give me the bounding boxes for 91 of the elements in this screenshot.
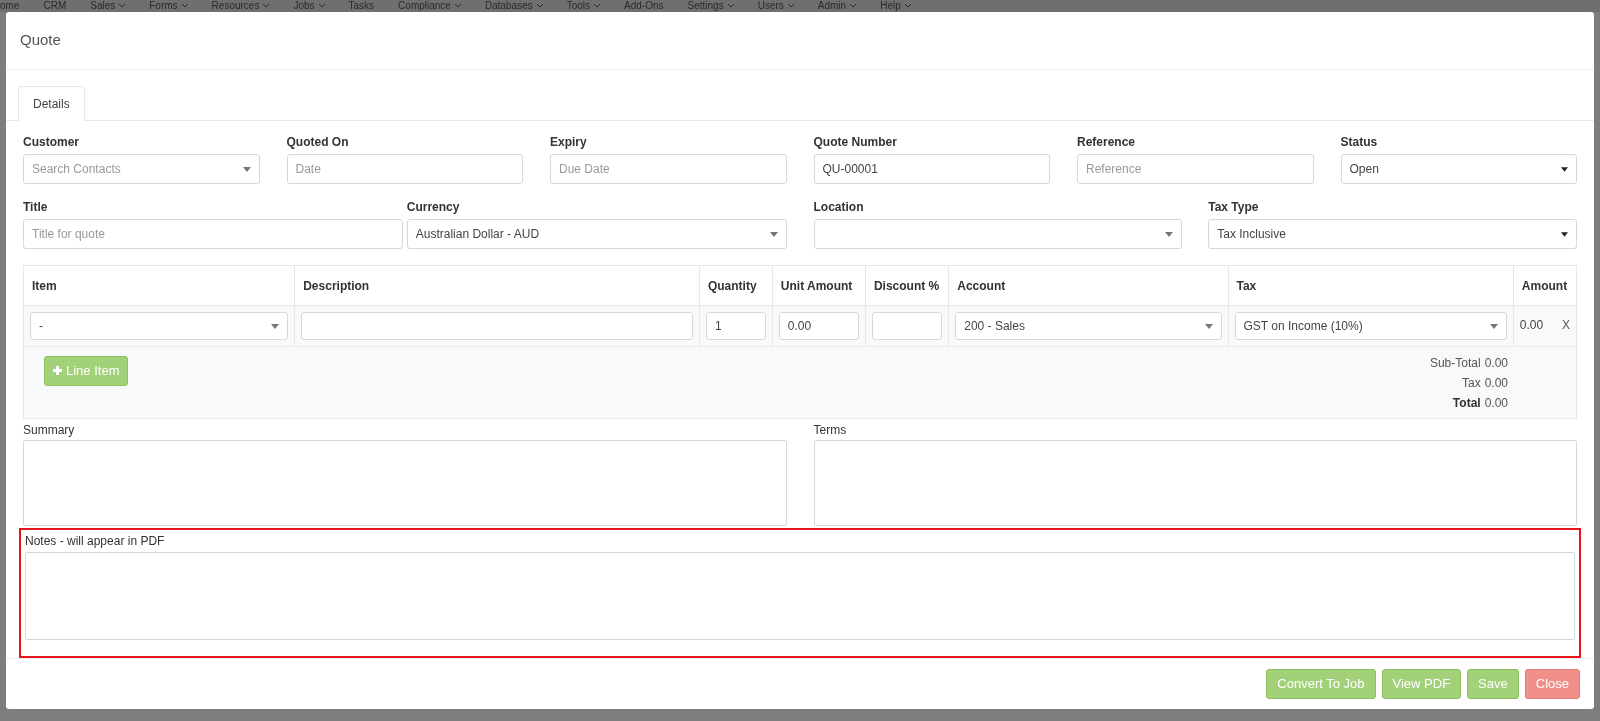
action-button[interactable]: Close <box>1524 669 1580 699</box>
text-area[interactable] <box>25 552 1575 640</box>
chevron-icon <box>536 4 543 8</box>
select-field[interactable]: Australian Dollar - AUD <box>406 219 787 249</box>
amount-text: 0.00 <box>1519 317 1544 334</box>
chevron-icon <box>119 4 126 8</box>
field-label: Currency <box>406 199 461 216</box>
chevron-icon <box>850 4 857 8</box>
field-label: Title <box>23 199 49 216</box>
action-button[interactable]: Convert To Job <box>1266 669 1376 699</box>
input-field[interactable]: QU-00001 <box>813 154 1050 184</box>
text-area[interactable] <box>301 312 693 340</box>
input-field[interactable]: Due Date <box>550 154 787 184</box>
field-label: Status <box>1340 134 1379 151</box>
total-value: 0.00 <box>1484 374 1508 392</box>
total-value: 0.00 <box>1484 354 1508 372</box>
nav-item[interactable]: Tools <box>566 1 601 11</box>
nav-item[interactable]: Add-Ons <box>624 1 664 11</box>
caret-icon <box>271 323 280 329</box>
column-header: Amount <box>1513 265 1577 306</box>
column-header: Description <box>294 265 700 306</box>
caret-icon <box>769 231 778 237</box>
input-field[interactable]: Date <box>286 154 523 184</box>
caret-icon <box>1561 231 1568 237</box>
text-area[interactable] <box>813 440 1577 526</box>
caret-icon <box>1489 323 1498 329</box>
caret-icon <box>1561 166 1568 172</box>
field-label: Notes - will appear in PDF <box>25 533 166 550</box>
select-field[interactable]: - <box>30 312 289 340</box>
caret-icon <box>1165 231 1174 237</box>
chevron-icon <box>904 4 911 8</box>
input-field[interactable]: 0.00 <box>778 312 859 340</box>
modal-title: Quote <box>20 30 61 51</box>
field-label: Summary <box>23 422 76 439</box>
column-header: Quantity <box>699 265 773 306</box>
field-label: Tax Type <box>1208 199 1260 216</box>
input-field[interactable] <box>871 312 943 340</box>
nav-item[interactable]: Admin <box>817 1 857 11</box>
remove-row-button[interactable]: X <box>1562 316 1570 334</box>
field-label: Terms <box>813 422 848 439</box>
field-label: Customer <box>23 134 80 151</box>
nav-item[interactable]: Sales <box>90 1 126 11</box>
nav-item[interactable]: Tasks <box>348 1 375 11</box>
nav-item[interactable]: Users <box>757 1 794 11</box>
caret-icon <box>1204 323 1213 329</box>
total-value: 0.00 <box>1484 394 1508 412</box>
nav-item[interactable]: Forms <box>149 1 188 11</box>
add-line-item-button[interactable]: Line Item <box>44 355 129 386</box>
tab[interactable]: Details <box>18 86 85 121</box>
select-field[interactable]: Search Contacts <box>23 154 260 184</box>
column-header: Unit Amount <box>772 265 866 306</box>
nav-item[interactable]: Compliance <box>398 1 461 11</box>
select-field[interactable] <box>813 219 1183 249</box>
input-field[interactable]: Title for quote <box>23 219 403 249</box>
chevron-icon <box>594 4 601 8</box>
field-label: Quote Number <box>813 134 898 151</box>
text-area[interactable] <box>23 440 787 526</box>
chevron-icon <box>318 4 325 8</box>
caret-icon <box>242 166 251 172</box>
chevron-icon <box>263 4 270 8</box>
nav-item[interactable]: Settings <box>687 1 734 11</box>
total-label: Sub-Total <box>1429 354 1481 372</box>
chevron-icon <box>787 4 794 8</box>
select-field[interactable]: Open <box>1340 154 1577 184</box>
column-header: Item <box>23 265 295 306</box>
nav-item[interactable]: Databases <box>484 1 543 11</box>
input-field[interactable]: Reference <box>1077 154 1314 184</box>
action-button[interactable]: Save <box>1467 669 1519 699</box>
nav-item[interactable]: Jobs <box>293 1 325 11</box>
select-field[interactable]: 200 - Sales <box>955 312 1222 340</box>
nav-item[interactable]: Resources <box>211 1 270 11</box>
nav-item[interactable]: ome <box>0 1 20 11</box>
action-button[interactable]: View PDF <box>1381 669 1462 699</box>
nav-item[interactable]: Help <box>880 1 911 11</box>
total-label: Total <box>1452 394 1481 412</box>
nav-item[interactable]: CRM <box>43 1 67 11</box>
total-label: Tax <box>1461 374 1481 392</box>
plus-icon <box>53 366 62 375</box>
input-field[interactable]: 1 <box>705 312 766 340</box>
select-field[interactable]: Tax Inclusive <box>1208 219 1577 249</box>
column-header: Discount % <box>865 265 949 306</box>
column-header: Tax <box>1228 265 1514 306</box>
field-label: Reference <box>1077 134 1137 151</box>
select-field[interactable]: GST on Income (10%) <box>1234 312 1507 340</box>
field-label: Location <box>813 199 865 216</box>
chevron-icon <box>454 4 461 8</box>
field-label: Quoted On <box>286 134 350 151</box>
chevron-icon <box>181 4 188 8</box>
chevron-icon <box>727 4 734 8</box>
column-header: Account <box>948 265 1228 306</box>
field-label: Expiry <box>550 134 588 151</box>
